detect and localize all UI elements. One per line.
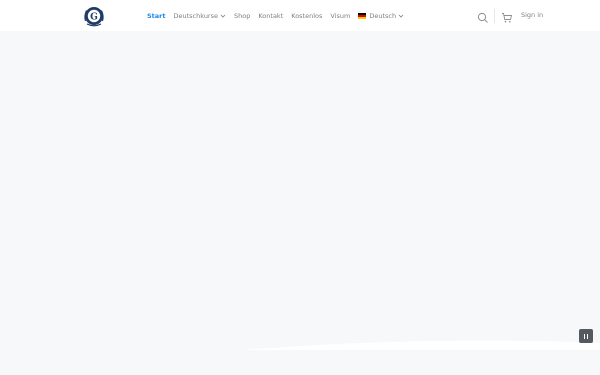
main-nav: Start Deutschkurse Shop Kontakt Kostenlo…: [147, 0, 412, 31]
nav-item-start[interactable]: Start: [147, 12, 166, 20]
site-header: G Start Deutschkurse Shop Kontakt Kosten…: [0, 0, 600, 31]
nav-item-label: Shop: [234, 11, 251, 20]
svg-text:G: G: [90, 12, 98, 22]
nav-item-kontakt[interactable]: Kontakt: [258, 12, 283, 20]
language-label: Deutsch: [369, 11, 397, 20]
pause-icon-bar: [586, 333, 589, 339]
sign-in-link[interactable]: Sign in: [521, 11, 543, 19]
next-section: [0, 350, 600, 375]
cart-icon[interactable]: [501, 9, 513, 23]
germany-flag-icon: [358, 12, 367, 19]
nav-item-label: Visum: [330, 11, 351, 20]
slider-pause-button[interactable]: [579, 329, 593, 343]
nav-item-label: Start: [147, 11, 166, 20]
pause-icon: [583, 333, 586, 339]
nav-item-label: Kostenlos: [291, 11, 323, 20]
page: G Start Deutschkurse Shop Kontakt Kosten…: [0, 0, 600, 375]
hero-section: [0, 31, 600, 375]
nav-item-kostenlos[interactable]: Kostenlos: [291, 12, 322, 20]
nav-item-label: Kontakt: [258, 11, 284, 20]
nav-item-shop[interactable]: Shop: [234, 12, 250, 20]
nav-item-label: Deutschkurse: [173, 11, 219, 20]
header-divider: [494, 9, 495, 23]
laurel-g-logo-icon[interactable]: G: [82, 4, 106, 28]
search-icon[interactable]: [477, 9, 489, 23]
nav-item-visum[interactable]: Visum: [330, 12, 350, 20]
language-selector[interactable]: Deutsch: [358, 12, 404, 20]
chevron-down-icon: [220, 14, 226, 18]
nav-item-deutschkurse[interactable]: Deutschkurse: [174, 12, 227, 20]
chevron-down-icon: [398, 14, 404, 18]
